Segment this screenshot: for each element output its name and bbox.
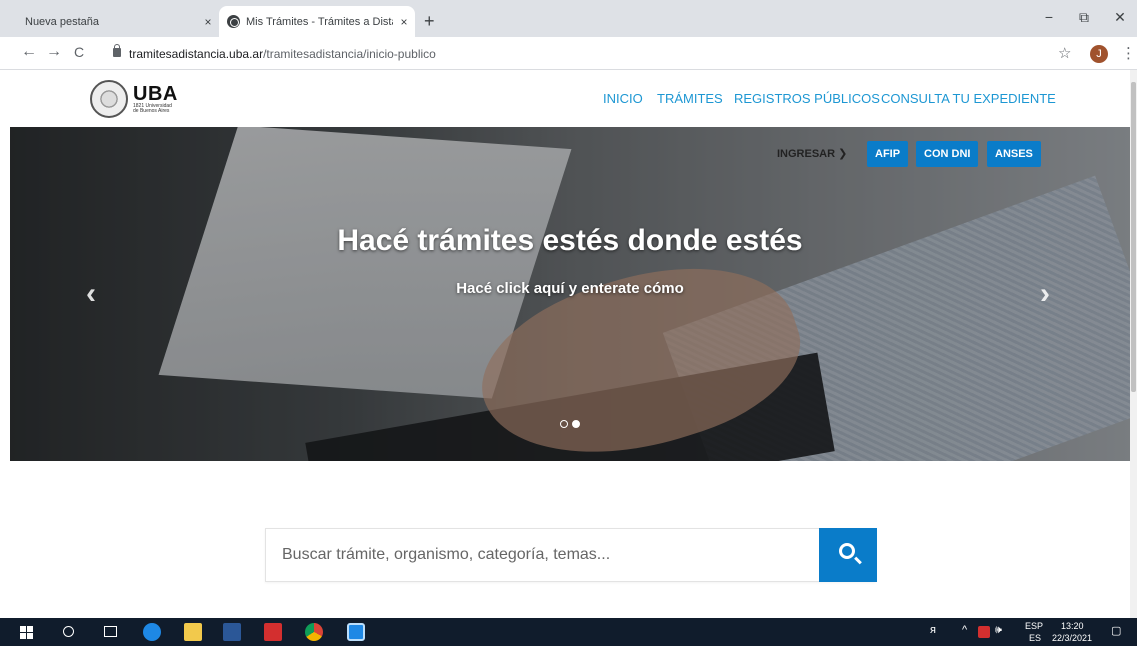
windows-start-icon[interactable] xyxy=(20,626,33,639)
profile-avatar[interactable]: J xyxy=(1090,45,1108,63)
task-view-icon[interactable] xyxy=(104,626,117,637)
close-window-button[interactable]: ✕ xyxy=(1110,9,1130,26)
clock-date[interactable]: 22/3/2021 xyxy=(1052,633,1092,643)
file-explorer-icon[interactable] xyxy=(184,623,202,641)
nav-inicio[interactable]: INICIO xyxy=(603,91,643,106)
restore-button[interactable]: ⧉ xyxy=(1074,9,1094,26)
acrobat-icon[interactable] xyxy=(264,623,282,641)
search-button[interactable] xyxy=(819,528,877,582)
logo-name: UBA xyxy=(133,83,178,105)
uba-logo[interactable]: UBA 1821 Universidad de Buenos Aires xyxy=(90,78,178,120)
language-top[interactable]: ESP xyxy=(1025,621,1043,631)
uba-seal-icon xyxy=(90,80,128,118)
logo-text: UBA 1821 Universidad de Buenos Aires xyxy=(133,84,178,114)
url-path: /tramitesadistancia/inicio-publico xyxy=(263,47,436,61)
notifications-icon[interactable]: ▢ xyxy=(1111,624,1121,637)
taskbar-search-icon[interactable] xyxy=(63,626,74,637)
new-tab-button[interactable]: + xyxy=(424,12,435,30)
language-bottom[interactable]: ES xyxy=(1029,633,1041,643)
browser-toolbar: ← → C tramitesadistancia.uba.ar/tramites… xyxy=(0,37,1137,70)
login-anses-button[interactable]: ANSES xyxy=(987,141,1041,167)
search-input[interactable] xyxy=(266,529,819,581)
address-bar[interactable]: tramitesadistancia.uba.ar/tramitesadista… xyxy=(129,47,436,61)
carousel-prev-icon[interactable]: ‹ xyxy=(86,277,96,311)
nav-registros-publicos[interactable]: REGISTROS PÚBLICOS xyxy=(734,91,880,106)
tray-app-icon[interactable] xyxy=(978,626,990,638)
carousel-next-icon[interactable]: › xyxy=(1040,277,1050,311)
login-dni-button[interactable]: CON DNI xyxy=(916,141,979,167)
reload-button[interactable]: C xyxy=(70,43,88,61)
browser-menu-icon[interactable]: ⋮ xyxy=(1121,44,1136,62)
nav-tramites[interactable]: TRÁMITES xyxy=(657,91,723,106)
search-icon xyxy=(839,543,855,559)
search-box xyxy=(265,528,877,582)
site-header: UBA 1821 Universidad de Buenos Aires INI… xyxy=(0,70,1130,127)
carousel-indicators xyxy=(560,420,580,428)
carousel-dot[interactable] xyxy=(560,420,568,428)
windows-taskbar: ᴙ ^ 🕪 ESP ES 13:20 22/3/2021 ▢ xyxy=(0,618,1137,646)
back-button[interactable]: ← xyxy=(20,43,38,61)
tab-close-icon[interactable]: × xyxy=(393,15,415,29)
lock-icon[interactable] xyxy=(113,44,121,57)
word-icon[interactable] xyxy=(223,623,241,641)
hero-carousel[interactable]: INGRESAR ❯ AFIP CON DNI ANSES Hacé trámi… xyxy=(10,127,1130,461)
edge-icon[interactable] xyxy=(143,623,161,641)
hero-title[interactable]: Hacé trámites estés donde estés xyxy=(10,224,1130,258)
defender-icon[interactable] xyxy=(347,623,365,641)
tray-chevron-icon[interactable]: ^ xyxy=(962,624,967,636)
tab-title: Nueva pestaña xyxy=(25,15,99,28)
ingresar-label: INGRESAR ❯ xyxy=(777,148,848,160)
login-afip-button[interactable]: AFIP xyxy=(867,141,909,167)
forward-button[interactable]: → xyxy=(45,43,63,61)
minimize-button[interactable]: − xyxy=(1039,9,1059,25)
nav-consulta-expediente[interactable]: CONSULTA TU EXPEDIENTE xyxy=(881,91,1056,106)
browser-tab-active[interactable]: Mis Trámites - Trámites a Distanc × xyxy=(219,6,415,37)
people-icon[interactable]: ᴙ xyxy=(930,624,936,636)
browser-tabstrip: Nueva pestaña × Mis Trámites - Trámites … xyxy=(0,0,1137,37)
tab-close-icon[interactable]: × xyxy=(197,15,219,29)
carousel-dot-active[interactable] xyxy=(572,420,580,428)
volume-icon[interactable]: 🕪 xyxy=(995,624,1002,637)
browser-tab-new[interactable]: Nueva pestaña × xyxy=(14,6,219,37)
bookmark-star-icon[interactable]: ☆ xyxy=(1058,44,1071,62)
logo-subtitle-2: de Buenos Aires xyxy=(133,108,170,114)
clock-time[interactable]: 13:20 xyxy=(1061,621,1084,631)
scrollbar-thumb[interactable] xyxy=(1131,82,1136,392)
chrome-icon[interactable] xyxy=(305,623,323,641)
tab-title: Mis Trámites - Trámites a Distanc xyxy=(246,15,393,28)
globe-icon xyxy=(227,15,240,28)
hero-subtitle-link[interactable]: Hacé click aquí y enterate cómo xyxy=(10,280,1130,297)
url-host: tramitesadistancia.uba.ar xyxy=(129,47,264,61)
